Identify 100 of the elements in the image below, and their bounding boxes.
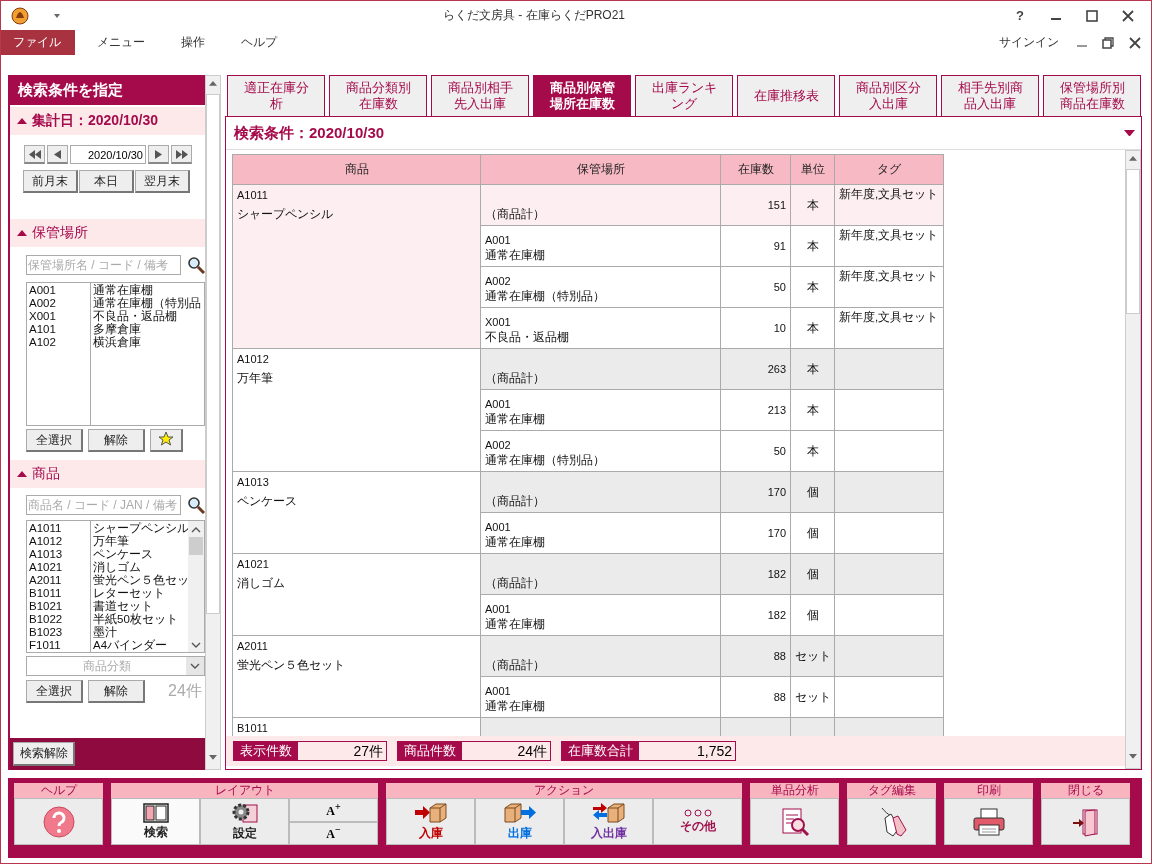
tab[interactable]: 商品分類別在庫数 <box>329 75 427 116</box>
search-icon[interactable] <box>187 496 205 514</box>
list-button[interactable]: 全選択 <box>26 680 83 703</box>
quantity-cell: 88 <box>720 635 791 677</box>
summary-label: 表示件数 <box>234 742 298 760</box>
double-left-icon <box>28 149 41 159</box>
toolbar-button[interactable] <box>847 798 936 845</box>
toolbar-button[interactable]: 検索 <box>111 798 200 845</box>
menu-item[interactable]: ファイル <box>1 30 75 55</box>
tab[interactable]: 商品別保管場所在庫数 <box>533 75 631 116</box>
toolbar-button[interactable]: その他 <box>653 798 742 845</box>
tab[interactable]: 適正在庫分析 <box>227 75 325 116</box>
item-code: A1011 <box>29 522 63 535</box>
previous-button[interactable] <box>47 145 68 164</box>
section-header[interactable]: 商品 <box>10 460 205 488</box>
favorite-button[interactable] <box>150 429 183 452</box>
section-header[interactable]: 集計日：2020/10/30 <box>10 107 205 135</box>
location-cell: （商品計） <box>480 348 721 390</box>
toolbar-button[interactable] <box>944 798 1033 845</box>
collapse-icon[interactable] <box>17 471 27 477</box>
column-header[interactable]: 商品 <box>232 154 481 185</box>
quantity-cell: 151 <box>720 184 791 226</box>
scrollbar-thumb[interactable] <box>1126 168 1140 314</box>
column-header[interactable]: 在庫数 <box>720 154 791 185</box>
chevron-down-icon[interactable] <box>190 663 200 669</box>
collapse-icon[interactable] <box>1129 156 1137 161</box>
scrollbar[interactable] <box>1125 150 1141 769</box>
location-cell: （商品計） <box>480 553 721 595</box>
unit-cell: セット <box>790 635 835 677</box>
expand-icon[interactable] <box>1129 754 1137 759</box>
list-button[interactable]: 全選択 <box>26 429 83 452</box>
collapse-icon[interactable] <box>17 118 27 124</box>
toolbar-button[interactable]: 入出庫 <box>564 798 653 845</box>
tab[interactable]: 在庫推移表 <box>737 75 835 116</box>
search-condition: 検索条件：2020/10/30 <box>234 123 386 143</box>
expand-icon[interactable] <box>209 755 217 760</box>
scrollbar-thumb[interactable] <box>189 537 203 555</box>
font-size-button[interactable]: A$^{−}$ <box>289 821 378 845</box>
tab[interactable]: 保管場所別商品在庫数 <box>1043 75 1141 116</box>
date-button[interactable]: 前月末 <box>23 170 78 193</box>
tab[interactable]: 相手先別商品入出庫 <box>941 75 1039 116</box>
quantity-cell: 91 <box>720 225 791 267</box>
unit-cell: 個 <box>790 471 835 513</box>
collapse-icon[interactable] <box>17 230 27 236</box>
font-size-button[interactable]: A$^{+}$ <box>289 798 378 822</box>
list-button[interactable]: 解除 <box>88 680 145 703</box>
product-list[interactable]: A1011 A1012 A1013 A1021 A2011 B1011 B1021 B1022 B1023 F1011 シャープペンシル 万年筆 ペンケース 消しゴム 蛍光ペン５色セッ レターセット 書道セット 半紙50枚セット 墨汁 A4バインダー <box>26 520 205 653</box>
date-button[interactable]: 翌月末 <box>135 170 190 193</box>
scrollbar[interactable] <box>205 75 221 770</box>
tab[interactable]: 商品別相手先入出庫 <box>431 75 529 116</box>
menu-item[interactable]: メニュー <box>85 30 159 55</box>
toolbar-button[interactable]: 入庫 <box>386 798 475 845</box>
section-header[interactable]: 保管場所 <box>10 219 205 247</box>
search-icon[interactable] <box>187 256 205 274</box>
dropdown-icon[interactable] <box>53 12 61 19</box>
tab[interactable]: 商品別区分入出庫 <box>839 75 937 116</box>
next-button[interactable] <box>148 145 169 164</box>
item-name: 不良品・返品棚 <box>93 310 178 323</box>
search-field[interactable]: 保管場所名 / コード / 備考 <box>26 255 181 275</box>
group-label: タグ編集 <box>847 783 936 798</box>
menu-item[interactable]: 操作 <box>169 30 219 55</box>
item-code: B1023 <box>29 626 64 639</box>
toolbar-button[interactable] <box>750 798 839 845</box>
location-cell: A001 通常在庫棚 <box>480 225 721 267</box>
item-name: 半紙50枚セット <box>93 613 179 626</box>
expand-icon[interactable] <box>1124 129 1135 137</box>
toolbar-button[interactable]: 設定 <box>200 798 289 845</box>
column-header[interactable]: タグ <box>834 154 944 185</box>
list-scrollbar[interactable] <box>188 521 204 652</box>
quantity-cell: 88 <box>720 676 791 718</box>
item-code: A2011 <box>29 574 63 587</box>
toolbar-button[interactable] <box>1041 798 1130 845</box>
unit-cell: 本 <box>790 389 835 431</box>
last-button[interactable] <box>171 145 192 164</box>
date-button[interactable]: 本日 <box>79 170 134 193</box>
box-out-icon <box>502 801 537 824</box>
scroll-up-icon[interactable] <box>191 527 201 533</box>
column-header[interactable]: 単位 <box>790 154 835 185</box>
search-field[interactable]: 商品名 / コード / JAN / 備考 <box>26 495 181 515</box>
panel-title: 検索条件を指定 <box>10 75 205 105</box>
clear-search-button[interactable]: 検索解除 <box>13 742 75 766</box>
collapse-icon[interactable] <box>209 81 217 86</box>
scroll-down-icon[interactable] <box>191 642 201 648</box>
date-field[interactable]: 2020/10/30 <box>70 145 146 164</box>
dropdown-value: 商品分類 <box>81 657 132 675</box>
signin-link[interactable]: サインイン <box>999 34 1059 51</box>
product-cell: A1012 万年筆 <box>232 348 481 472</box>
toolbar-button[interactable]: 出庫 <box>475 798 564 845</box>
item-name: 横浜倉庫 <box>93 336 142 349</box>
tag-cell: 新年度,文具セット <box>834 225 944 267</box>
menu-item[interactable]: ヘルプ <box>229 30 291 55</box>
list-button[interactable]: 解除 <box>88 429 145 452</box>
help-icon <box>42 805 75 838</box>
unit-cell: 個 <box>790 594 835 636</box>
column-header[interactable]: 保管場所 <box>480 154 721 185</box>
tab[interactable]: 出庫ランキング <box>635 75 733 116</box>
help-button[interactable]: ? <box>1007 8 1033 23</box>
item-name: 墨汁 <box>93 626 118 639</box>
first-button[interactable] <box>24 145 45 164</box>
scrollbar-thumb[interactable] <box>206 93 220 614</box>
